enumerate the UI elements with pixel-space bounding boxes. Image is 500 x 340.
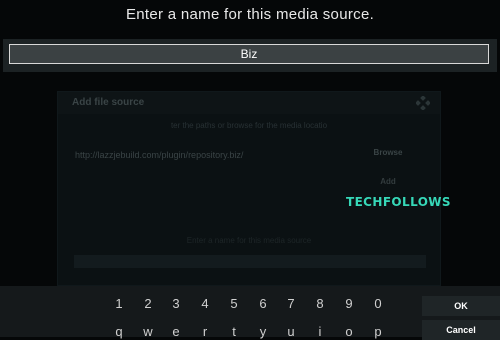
key-7[interactable]: 7 (282, 296, 300, 311)
key-9[interactable]: 9 (340, 296, 358, 311)
techfollows-watermark: TECHFOLLOWS (346, 195, 451, 209)
key-1[interactable]: 1 (110, 296, 128, 311)
kodi-logo-icon (416, 96, 430, 110)
on-screen-keyboard: 1 2 3 4 5 6 7 8 9 0 q w e r t y u i o p … (0, 286, 500, 340)
key-4[interactable]: 4 (196, 296, 214, 311)
key-6[interactable]: 6 (254, 296, 272, 311)
add-button[interactable]: Add (358, 173, 418, 191)
cancel-button[interactable]: Cancel (422, 320, 500, 340)
browse-button[interactable]: Browse (358, 144, 418, 162)
dialog-title: Add file source (72, 97, 145, 108)
key-2[interactable]: 2 (139, 296, 157, 311)
prompt-title: Enter a name for this media source. (125, 6, 375, 23)
key-5[interactable]: 5 (225, 296, 243, 311)
source-url[interactable]: http://lazzjebuild.com/plugin/repository… (75, 150, 243, 160)
add-file-source-dialog: Add file source ter the paths or browse … (57, 91, 441, 286)
key-0[interactable]: 0 (369, 296, 387, 311)
ok-button[interactable]: OK (422, 296, 500, 316)
key-3[interactable]: 3 (167, 296, 185, 311)
media-source-name-input[interactable]: Biz (9, 44, 489, 64)
key-8[interactable]: 8 (311, 296, 329, 311)
dialog-header: Add file source (58, 92, 440, 114)
dialog-name-field[interactable] (74, 255, 426, 268)
dialog-name-hint: Enter a name for this media source (186, 236, 312, 245)
dialog-path-hint: ter the paths or browse for the media lo… (170, 121, 328, 130)
name-input-bar: Biz (3, 39, 497, 72)
